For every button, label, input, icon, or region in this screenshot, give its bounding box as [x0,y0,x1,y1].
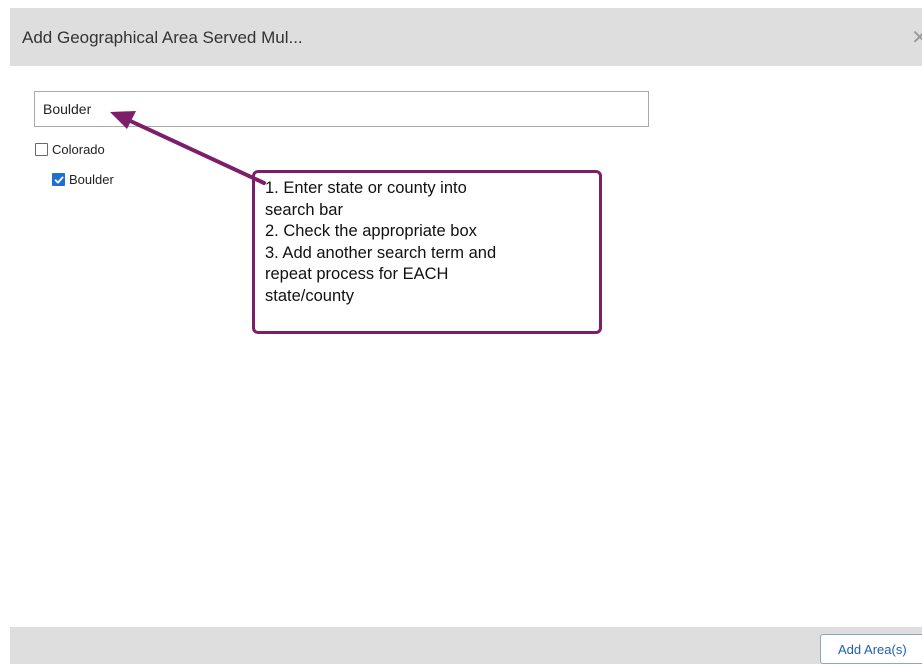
close-icon[interactable]: ✕ [911,27,922,47]
dialog-title: Add Geographical Area Served Mul... [22,28,303,47]
tree-item-boulder[interactable]: Boulder [52,172,114,187]
dialog-header: Add Geographical Area Served Mul... ✕ [10,8,922,66]
checkbox-boulder[interactable] [52,173,65,186]
instruction-callout: 1. Enter state or county into search bar… [252,170,602,334]
callout-line: state/county [265,286,354,305]
search-input[interactable] [34,91,649,127]
callout-line: 1. Enter state or county into [265,179,467,197]
callout-line: repeat process for EACH [265,265,449,283]
checkmark-icon [54,176,64,184]
callout-line: 2. Check the appropriate box [265,222,477,240]
callout-line: search bar [265,200,343,219]
dialog: Add Geographical Area Served Mul... ✕ Co… [10,8,922,664]
checkbox-colorado[interactable] [35,143,48,156]
dialog-footer: Add Area(s) [10,627,922,664]
tree-item-colorado[interactable]: Colorado [35,142,105,157]
tree-item-label: Boulder [69,172,114,187]
tree-item-label: Colorado [52,142,105,157]
add-area-button[interactable]: Add Area(s) [820,634,922,664]
callout-line: 3. Add another search term and [265,243,497,262]
